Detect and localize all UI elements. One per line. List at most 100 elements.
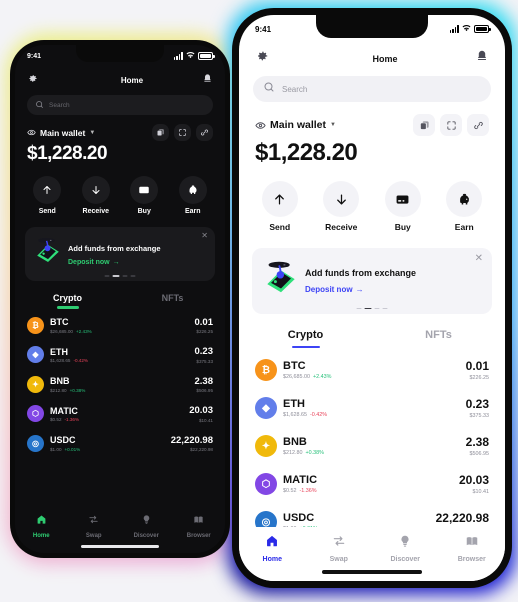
- lightbulb-icon: [398, 534, 412, 553]
- coin-icon: ₿: [255, 359, 277, 382]
- eye-icon: [255, 120, 266, 131]
- home-icon: [36, 512, 47, 530]
- table-row[interactable]: ◎USDC$1.00+0.01%22,220.98$22,220.98: [27, 429, 213, 459]
- coin-symbol: MATIC: [283, 474, 318, 487]
- table-row[interactable]: ◆ ETH $1,628.65 -0.42% 0.23 $375.33: [255, 389, 489, 427]
- promo-banner[interactable]: Add funds from exchange Deposit now → ✕: [25, 227, 215, 281]
- coin-icon: ⬡: [27, 405, 44, 423]
- action-earn[interactable]: Earn: [434, 181, 496, 232]
- coin-fiat-value: $10.41: [472, 489, 490, 496]
- close-icon[interactable]: ✕: [201, 231, 208, 240]
- tab-nfts[interactable]: NFTs: [120, 293, 225, 309]
- nav-label: Swap: [85, 533, 102, 539]
- close-icon[interactable]: ✕: [475, 253, 483, 264]
- eye-icon: [27, 128, 36, 137]
- coin-price: $1,628.65: [50, 358, 71, 363]
- nav-item-discover[interactable]: Discover: [120, 512, 173, 539]
- home-indicator: [322, 570, 422, 574]
- action-send[interactable]: Send: [23, 176, 72, 215]
- action-buy[interactable]: Buy: [120, 176, 169, 215]
- tab-nfts[interactable]: NFTs: [372, 329, 505, 348]
- exchange-illustration-icon: [33, 235, 63, 269]
- table-row[interactable]: ✦ BNB $212.80 +0.38% 2.38 $506.95: [27, 370, 213, 400]
- coin-price-row: $1.00+0.01%: [50, 447, 171, 452]
- table-row[interactable]: ⬡ MATIC $0.52 -1.36% 20.03 $10.41: [255, 465, 489, 503]
- promo-banner[interactable]: Add funds from exchange Deposit now → ✕: [252, 248, 492, 315]
- action-label: Buy: [137, 208, 151, 215]
- swap-arrows-icon: [88, 512, 99, 530]
- browser-icon: [193, 512, 204, 530]
- action-label: Buy: [394, 222, 411, 232]
- coin-fiat-value: $375.33: [196, 358, 213, 364]
- coin-price: $26,685.00: [50, 328, 73, 334]
- coin-price: $0.52: [283, 488, 297, 495]
- nav-item-browser[interactable]: Browser: [173, 512, 226, 539]
- wallet-actions: [413, 114, 489, 136]
- action-earn[interactable]: Earn: [169, 176, 218, 215]
- nav-item-browser[interactable]: Browser: [439, 534, 506, 563]
- battery-icon: [474, 25, 491, 33]
- action-receive[interactable]: Receive: [72, 176, 121, 215]
- action-label: Earn: [454, 222, 474, 232]
- coin-price-row: $1,628.65 -0.42%: [50, 358, 195, 363]
- link-icon-button[interactable]: [467, 114, 489, 136]
- arrow-right-icon: →: [355, 285, 364, 295]
- link-label: Deposit now: [68, 258, 110, 266]
- nav-item-home[interactable]: Home: [239, 534, 306, 563]
- quick-actions: Send Receive Buy Earn: [239, 167, 505, 232]
- action-buy[interactable]: Buy: [372, 181, 434, 232]
- coin-fiat-value: $226.25: [196, 329, 213, 334]
- action-label: Receive: [325, 222, 358, 232]
- nav-label: Home: [262, 556, 282, 563]
- carousel-dots: [104, 274, 136, 277]
- piggy-bank-icon: [178, 176, 207, 204]
- coin-list: ₿ BTC $26,685.00 +2.43% 0.01 $226.25 ◆ ETH $1,62…: [15, 309, 225, 459]
- tab-crypto[interactable]: Crypto: [15, 293, 120, 309]
- scan-qr-icon-button[interactable]: [440, 114, 462, 136]
- search-input[interactable]: Search: [253, 76, 491, 102]
- action-send[interactable]: Send: [249, 181, 311, 232]
- coin-symbol: ETH: [50, 346, 68, 357]
- table-row[interactable]: ✦ BNB $212.80 +0.38% 2.38 $506.95: [255, 427, 489, 465]
- coin-symbol: BNB: [50, 376, 70, 386]
- coin-fiat-value: $226.25: [469, 375, 490, 382]
- copy-icon-button[interactable]: [152, 124, 169, 141]
- nav-item-home[interactable]: Home: [15, 512, 68, 539]
- gear-icon[interactable]: [255, 49, 269, 68]
- link-icon-button[interactable]: [196, 124, 213, 141]
- search-input[interactable]: Search: [27, 95, 213, 115]
- nav-label: Swap: [329, 556, 348, 563]
- wallet-actions: [152, 124, 213, 141]
- nav-item-swap[interactable]: Swap: [68, 512, 121, 539]
- copy-icon-button[interactable]: [413, 114, 435, 136]
- table-row[interactable]: ₿ BTC $26,685.00 +2.43% 0.01 $226.25: [27, 311, 213, 341]
- coin-price-row: $0.52 -1.36%: [50, 417, 189, 422]
- tab-crypto[interactable]: Crypto: [239, 329, 372, 349]
- cellular-signal-icon: [173, 52, 183, 60]
- notch: [316, 15, 428, 38]
- nav-item-discover[interactable]: Discover: [372, 534, 439, 563]
- gear-icon[interactable]: [27, 71, 38, 89]
- table-row[interactable]: ◆ ETH $1,628.65 -0.42% 0.23 $375.33: [27, 340, 213, 370]
- bell-icon[interactable]: [202, 71, 213, 89]
- coin-symbol: BTC: [283, 360, 306, 373]
- table-row[interactable]: ₿ BTC $26,685.00 +2.43% 0.01 $226.25: [255, 351, 489, 389]
- wallet-balance: $1,228.20: [27, 143, 108, 164]
- arrow-down-icon: [323, 181, 360, 217]
- coin-symbol: BNB: [283, 436, 307, 449]
- wallet-selector[interactable]: Main wallet ▼: [255, 119, 336, 131]
- deposit-now-link[interactable]: Deposit now →: [68, 259, 161, 266]
- coin-amount: 20.03: [189, 405, 213, 416]
- coin-change: +2.43%: [76, 328, 92, 334]
- scan-qr-icon-button[interactable]: [174, 124, 191, 141]
- coin-price-row: $1,628.65 -0.42%: [283, 412, 466, 418]
- bell-icon[interactable]: [475, 49, 489, 68]
- table-row[interactable]: ⬡ MATIC $0.52 -1.36% 20.03 $10.41: [27, 399, 213, 429]
- action-label: Send: [38, 208, 56, 215]
- app-header: Home: [15, 67, 225, 95]
- nav-item-swap[interactable]: Swap: [306, 534, 373, 563]
- wallet-selector[interactable]: Main wallet ▼: [27, 128, 95, 138]
- action-receive[interactable]: Receive: [311, 181, 373, 232]
- deposit-now-link[interactable]: Deposit now →: [305, 285, 416, 294]
- page-title: Home: [372, 53, 398, 64]
